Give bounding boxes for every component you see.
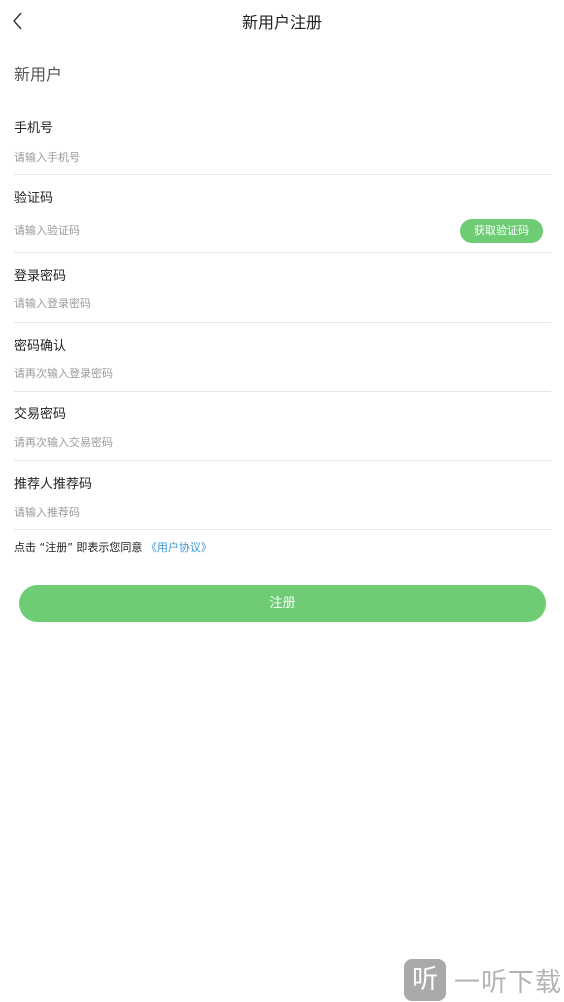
referrer-label: 推荐人推荐码: [14, 477, 93, 492]
trade-password-field: 交易密码: [14, 400, 551, 461]
password-confirm-field: 密码确认: [14, 332, 551, 392]
agreement-notice: 点击 “注册” 即表示您同意 《用户协议》: [14, 539, 212, 555]
user-agreement-link[interactable]: 《用户协议》: [146, 541, 212, 554]
referrer-input[interactable]: [14, 502, 444, 522]
get-code-button[interactable]: 获取验证码: [460, 219, 543, 243]
code-input[interactable]: [14, 220, 444, 240]
nav-bar: 新用户注册: [0, 0, 564, 40]
register-button[interactable]: 注册: [19, 585, 546, 622]
password-label: 登录密码: [14, 269, 67, 284]
phone-label: 手机号: [14, 121, 54, 136]
phone-input[interactable]: [14, 147, 444, 167]
password-confirm-input[interactable]: [14, 363, 444, 383]
trade-password-input[interactable]: [14, 432, 444, 452]
code-field: 验证码 获取验证码: [14, 184, 551, 253]
page-title: 新用户注册: [241, 13, 322, 32]
referrer-field: 推荐人推荐码: [14, 470, 551, 530]
watermark: 听 一听下载: [404, 958, 562, 1002]
trade-password-label: 交易密码: [14, 407, 67, 422]
password-input[interactable]: [14, 293, 444, 313]
section-title: 新用户: [14, 65, 63, 84]
watermark-text: 一听下载: [454, 967, 563, 998]
agreement-text: 点击 “注册” 即表示您同意: [14, 541, 143, 554]
phone-field: 手机号: [14, 114, 551, 175]
code-label: 验证码: [14, 191, 54, 206]
watermark-logo: 听: [404, 959, 446, 1001]
password-confirm-label: 密码确认: [14, 339, 67, 354]
password-field: 登录密码: [14, 262, 551, 323]
